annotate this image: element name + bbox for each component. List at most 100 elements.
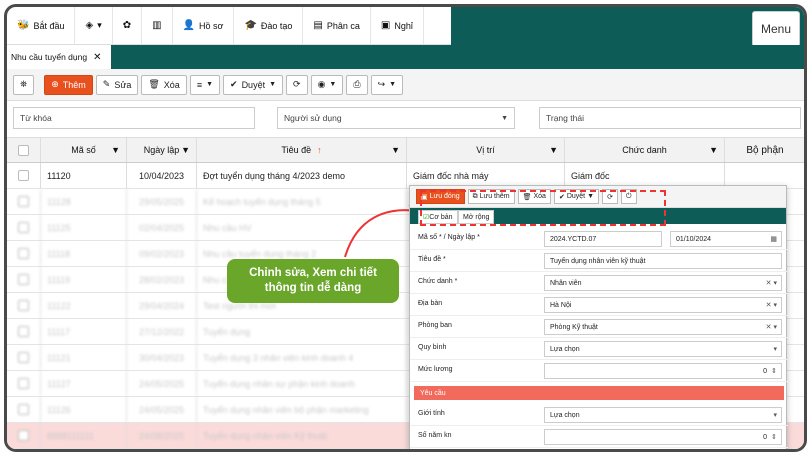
nav-start[interactable]: 🐝 Bắt đầu — [7, 7, 76, 44]
filter-icon[interactable]: ▼ — [709, 145, 718, 155]
filter-icon[interactable]: ▼ — [391, 145, 400, 155]
row-checkbox[interactable] — [18, 378, 29, 389]
share-button[interactable]: ↪ ▼ — [370, 74, 404, 95]
calendar-icon[interactable]: ▦ — [770, 235, 777, 243]
header-date[interactable]: Ngày lập ▼ — [127, 138, 197, 162]
delete-button[interactable]: 🗑 Xóa — [141, 74, 187, 95]
add-label: Thêm — [62, 79, 86, 90]
row-checkbox[interactable] — [18, 274, 29, 285]
more-menu-button[interactable]: ≡ ▼ — [189, 74, 221, 95]
nav-shift[interactable]: ▤ Phân ca — [303, 7, 371, 44]
row-checkbox[interactable] — [18, 300, 29, 311]
row-years: Số năm kn 0 ⇕ — [410, 426, 788, 448]
chevron-down-icon: ▼ — [329, 81, 337, 88]
row-checkbox[interactable] — [18, 196, 29, 207]
row-checkbox[interactable] — [18, 326, 29, 337]
row-checkbox[interactable] — [18, 222, 29, 233]
row-checkbox[interactable] — [18, 248, 29, 259]
nav-leave[interactable]: ▣ Nghỉ — [371, 7, 424, 44]
dialog-power-button[interactable]: ⏻ — [620, 189, 637, 204]
salary-field[interactable]: 0 ⇕ — [544, 363, 782, 379]
bar-chart-icon: ▥ — [152, 20, 162, 31]
cell-date: 09/02/2023 — [127, 241, 197, 266]
nav-start-label: Bắt đầu — [33, 20, 65, 31]
filter-icon[interactable]: ▼ — [111, 145, 120, 155]
view-button[interactable]: ◉ ▼ — [310, 74, 344, 95]
code-date-label: Mã số * / Ngày lập * — [418, 234, 480, 241]
header-position-label: Vị trí — [476, 145, 495, 155]
status-select[interactable]: Trạng thái — [539, 107, 801, 129]
power-icon: ⏻ — [625, 192, 632, 200]
filter-icon[interactable]: ▼ — [549, 145, 558, 155]
dialog-approve-button[interactable]: ✔ Duyệt ▼ — [553, 189, 600, 204]
area-select[interactable]: Hà Nội ✕ ▾ — [544, 297, 782, 313]
quy-select[interactable]: Lựa chọn ▾ — [544, 341, 782, 357]
dialog-delete-button[interactable]: 🗑 Xóa — [517, 189, 551, 204]
gender-select[interactable]: Lựa chọn ▾ — [544, 407, 782, 423]
save-add-label: Lưu thêm — [479, 193, 510, 200]
keyword-input[interactable]: Từ khóa — [13, 107, 255, 129]
nav-training[interactable]: 🎓 Đào tạo — [234, 7, 304, 44]
close-icon[interactable]: ✕ — [93, 52, 101, 63]
header-role[interactable]: Chức danh ▼ — [565, 138, 725, 162]
clear-dropdown-icon[interactable]: ✕ ▾ — [766, 323, 777, 331]
row-checkbox-cell — [7, 215, 41, 240]
row-checkbox[interactable] — [18, 352, 29, 363]
sort-asc-icon: ↑ — [317, 145, 322, 155]
years-field[interactable]: 0 ⇕ — [544, 429, 782, 445]
role-select[interactable]: Nhân viên ✕ ▾ — [544, 275, 782, 291]
row-checkbox[interactable] — [18, 430, 29, 441]
refresh-button[interactable]: ⟳ — [286, 74, 308, 95]
cell-date: 24/05/2025 — [127, 371, 197, 396]
edit-button[interactable]: ✎ Sửa — [95, 74, 139, 95]
tab-recruitment-needs[interactable]: Nhu cầu tuyển dụng ✕ — [7, 45, 111, 69]
clear-dropdown-icon[interactable]: ✕ ▾ — [766, 279, 777, 287]
menu-button[interactable]: Menu — [752, 11, 800, 47]
stepper-icon[interactable]: ⇕ — [771, 433, 777, 441]
cell-code: 11125 — [41, 215, 127, 240]
header-dept[interactable]: Bộ phận — [725, 138, 804, 162]
cell-date: 10/04/2023 — [127, 163, 197, 188]
print-button[interactable]: ⎙ — [346, 74, 368, 95]
header-title[interactable]: Tiêu đề ↑ ▼ — [197, 138, 407, 162]
cell-date: 24/08/2025 — [127, 423, 197, 448]
date-field[interactable]: 01/10/2024 ▦ — [670, 231, 782, 247]
add-button[interactable]: ⊕ Thêm — [44, 74, 93, 95]
row-checkbox[interactable] — [18, 404, 29, 415]
approve-button[interactable]: ✔ Duyệt ▼ — [223, 74, 284, 95]
tab-extended[interactable]: Mở rộng — [458, 210, 495, 224]
dept-select[interactable]: Phòng Kỹ thuật ✕ ▾ — [544, 319, 782, 335]
chevron-down-icon[interactable]: ▾ — [773, 411, 777, 419]
title-field[interactable]: Tuyển dụng nhân viên kỹ thuật — [544, 253, 782, 269]
clear-dropdown-icon[interactable]: ✕ ▾ — [766, 301, 777, 309]
save-close-button[interactable]: ▣ Lưu đóng — [416, 189, 465, 204]
save-add-button[interactable]: ⧉ Lưu thêm — [467, 189, 515, 204]
row-checkbox-cell — [7, 267, 41, 292]
row-checkbox[interactable] — [18, 170, 29, 181]
nav-profile-label: Hồ sơ — [199, 20, 224, 31]
header-position[interactable]: Vị trí ▼ — [407, 138, 565, 162]
user-select[interactable]: Người sử dụng ▼ — [277, 107, 515, 129]
row-checkbox-cell — [7, 397, 41, 422]
nav-dashboard[interactable]: ✿ — [113, 7, 143, 44]
stepper-icon[interactable]: ⇕ — [771, 367, 777, 375]
header-code[interactable]: Mã số ▼ — [41, 138, 127, 162]
app-window: 🐝 Bắt đầu ◈ ▾ ✿ ▥ 👤 Hồ sơ 🎓 Đào tạo ▤ Phân ca… — [4, 4, 807, 452]
nav-reports[interactable]: ▥ — [142, 7, 173, 44]
code-field[interactable]: 2024.YCTD.07 — [544, 231, 662, 247]
select-all-checkbox[interactable] — [18, 144, 29, 156]
search-button[interactable]: ⛯ — [13, 74, 35, 95]
cell-date: 28/02/2023 — [127, 267, 197, 292]
area-value: Hà Nội — [550, 301, 572, 309]
nav-modules-dropdown[interactable]: ◈ ▾ — [75, 7, 113, 44]
nav-profile[interactable]: 👤 Hồ sơ — [173, 7, 235, 44]
dashboard-icon: ✿ — [122, 20, 132, 31]
chevron-down-icon[interactable]: ▾ — [773, 345, 777, 353]
check-circle-icon: ✔ — [230, 79, 238, 89]
approve-label: Duyệt — [241, 79, 266, 90]
dialog-refresh-button[interactable]: ⟳ — [602, 189, 618, 204]
hamburger-icon: ≡ — [196, 79, 203, 90]
tab-basic[interactable]: ☑ Cơ bản — [418, 210, 458, 224]
nav-leave-label: Nghỉ — [394, 20, 413, 31]
filter-icon[interactable]: ▼ — [181, 145, 190, 155]
